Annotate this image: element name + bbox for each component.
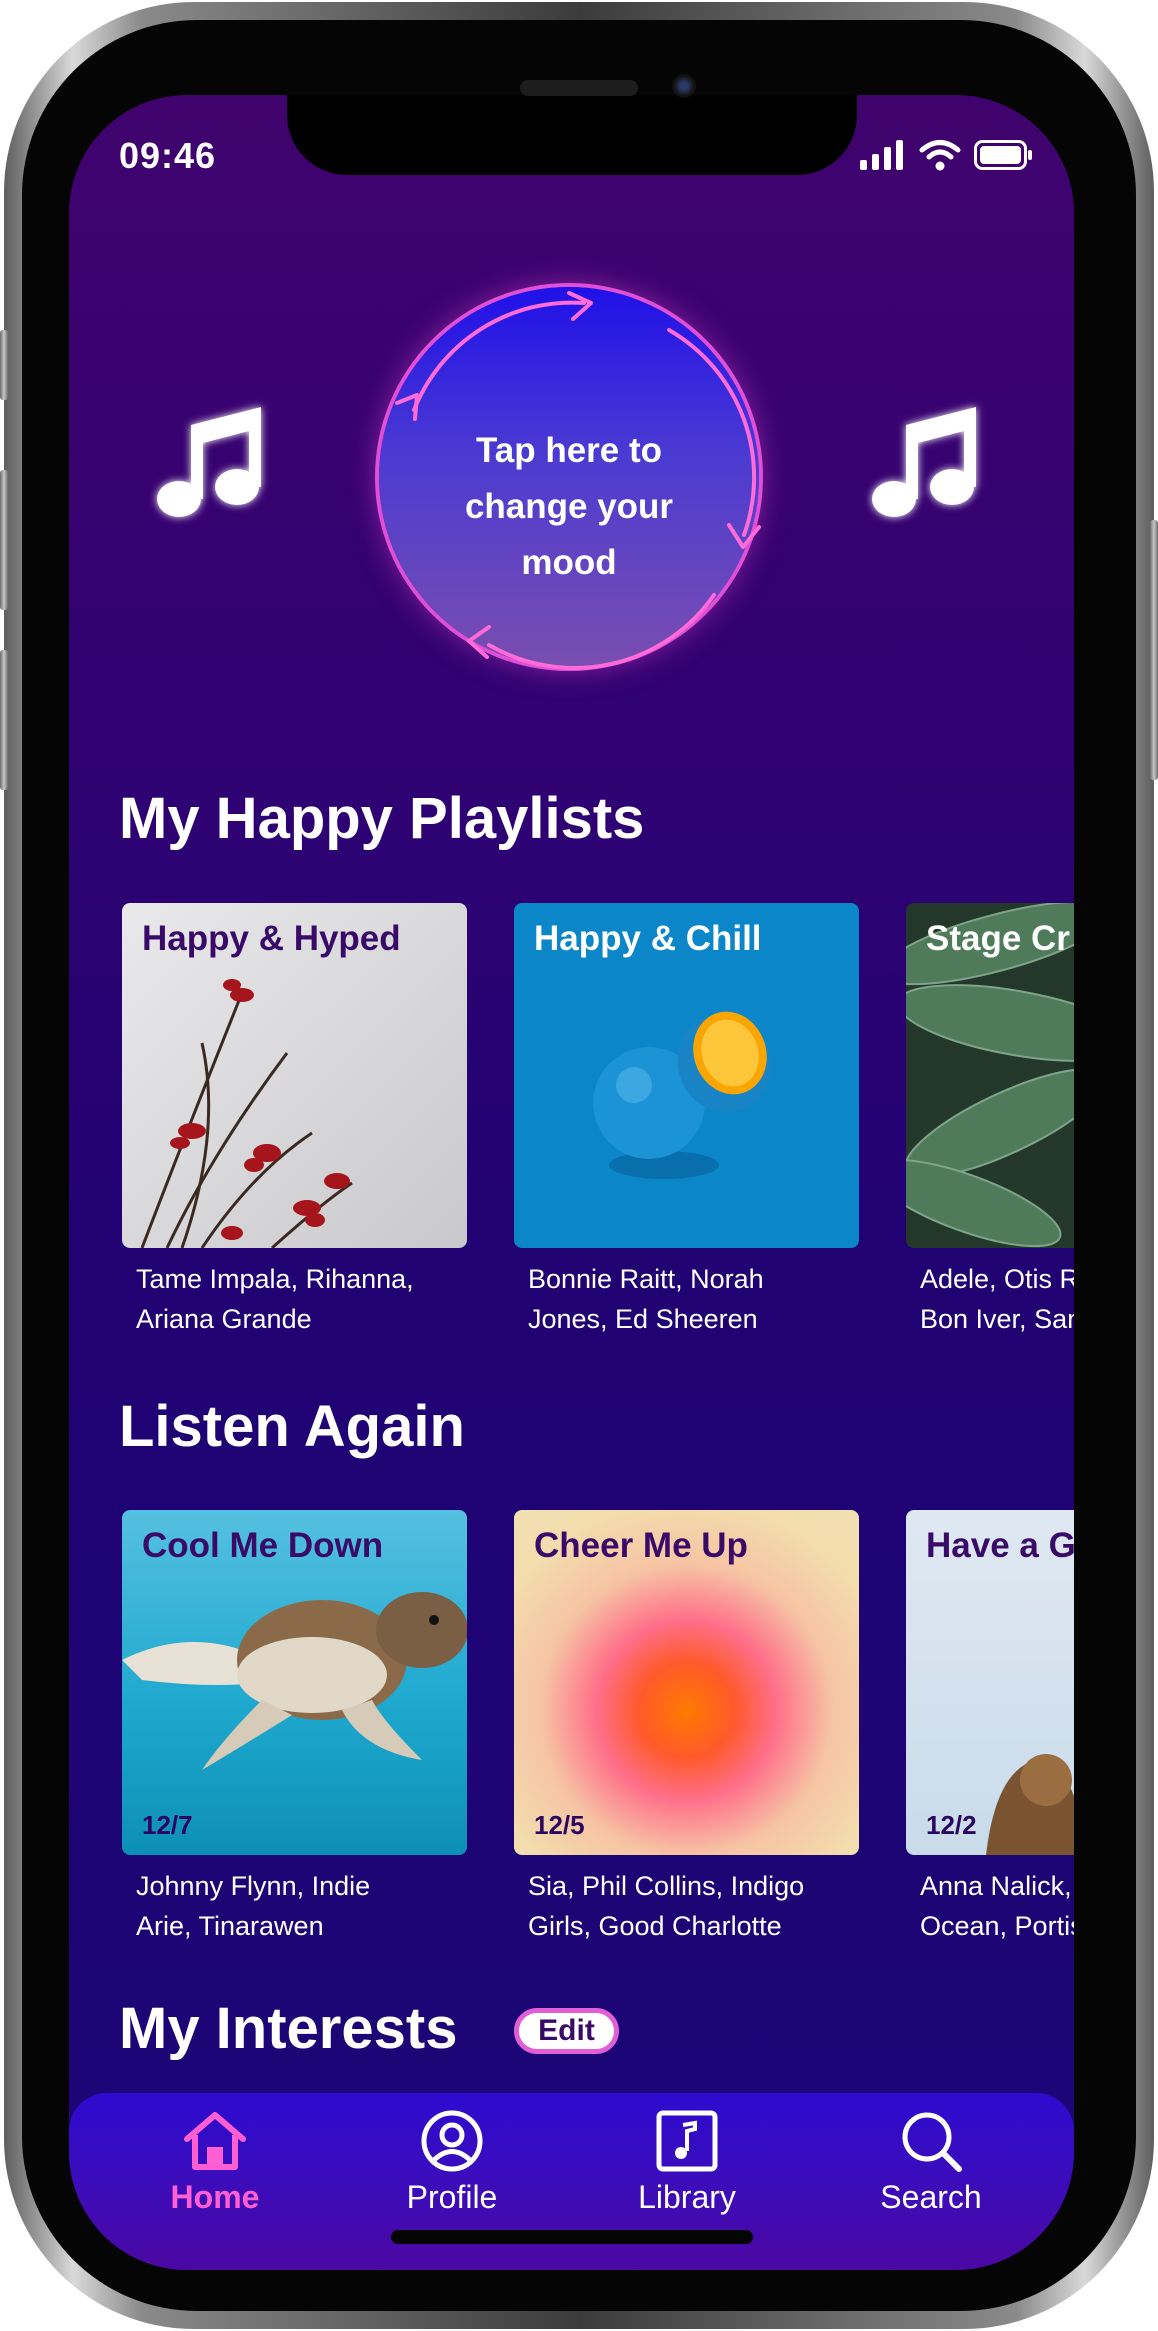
listen-again-title: Cheer Me Up — [534, 1526, 748, 1565]
listen-again-date: 12/2 — [926, 1810, 977, 1840]
playlist-artists-line-1: Adele, Otis R — [920, 1264, 1074, 1294]
playlist-artists: Adele, Otis R Bon Iver, San — [920, 1259, 1074, 1339]
nav-home-label: Home — [170, 2179, 260, 2215]
listen-again-title: Cool Me Down — [142, 1526, 384, 1565]
playlist-cover-image: Happy & Chill — [514, 903, 859, 1248]
library-icon — [656, 2110, 718, 2172]
listen-again-artists-line-1: Sia, Phil Collins, Indigo — [528, 1871, 805, 1901]
front-camera — [672, 74, 696, 98]
wifi-icon — [919, 140, 961, 171]
listen-again-date: 12/5 — [534, 1810, 585, 1840]
nav-library-label: Library — [638, 2179, 736, 2215]
listen-again-artists-line-2: Arie, Tinarawen — [136, 1911, 324, 1941]
home-indicator — [391, 2230, 753, 2244]
earpiece-speaker — [520, 80, 638, 96]
mood-prompt-text: Tap here to change your mood — [464, 431, 674, 582]
playlist-artists-line-1: Bonnie Raitt, Norah — [528, 1264, 764, 1294]
nav-library[interactable]: Library — [597, 2105, 777, 2225]
music-note-icon-left — [157, 407, 261, 517]
status-time: 09:46 — [119, 135, 217, 176]
playlist-cover-image: Stage Cr — [906, 903, 1074, 1248]
music-note-icon-right — [872, 407, 976, 517]
listen-again-cover-image: Cheer Me Up 12/5 — [514, 1510, 859, 1855]
playlist-title: Happy & Hyped — [142, 919, 401, 958]
status-icons — [860, 139, 1034, 171]
listen-again-row: Cool Me Down 12/7 Johnny Flynn, Indie Ar… — [122, 1510, 1074, 1950]
listen-again-artists-line-2: Ocean, Portis — [920, 1911, 1074, 1941]
playlist-artists-line-2: Jones, Ed Sheeren — [528, 1304, 758, 1334]
home-icon — [184, 2112, 246, 2170]
notch — [287, 95, 857, 175]
listen-again-artists-line-2: Girls, Good Charlotte — [528, 1911, 782, 1941]
nav-home[interactable]: Home — [125, 2105, 305, 2225]
profile-icon — [421, 2110, 483, 2172]
playlist-artists: Tame Impala, Rihanna, Ariana Grande — [136, 1259, 476, 1339]
edit-interests-button[interactable]: Edit — [514, 2008, 619, 2054]
playlist-artists-line-2: Bon Iver, San — [920, 1304, 1074, 1334]
nav-profile[interactable]: Profile — [362, 2105, 542, 2225]
listen-again-artists: Sia, Phil Collins, Indigo Girls, Good Ch… — [528, 1866, 868, 1946]
battery-icon — [974, 140, 1032, 170]
listen-again-card[interactable]: Cheer Me Up 12/5 Sia, Phil Collins, Indi… — [514, 1510, 859, 1950]
playlist-card[interactable]: Stage Cr Adele, Otis R Bon Iver, San — [906, 903, 1074, 1343]
volume-down-button — [0, 650, 8, 790]
volume-up-button — [0, 470, 8, 610]
playlists-row: Happy & Hyped Tame Impala, Rihanna, Aria… — [122, 903, 1074, 1343]
cellular-signal-icon — [860, 140, 903, 170]
playlist-card[interactable]: Happy & Chill Bonnie Raitt, Norah Jones,… — [514, 903, 859, 1343]
listen-again-cover-image: Have a G 12/2 — [906, 1510, 1074, 1855]
mute-switch — [0, 330, 8, 400]
playlist-title: Happy & Chill — [534, 919, 762, 958]
playlist-artists-line-2: Ariana Grande — [136, 1304, 312, 1334]
playlist-cover-image: Happy & Hyped — [122, 903, 467, 1248]
change-mood-button[interactable]: Tap here to change your mood — [369, 275, 769, 675]
listen-again-cover-image: Cool Me Down 12/7 — [122, 1510, 467, 1855]
listen-again-artists: Johnny Flynn, Indie Arie, Tinarawen — [136, 1866, 476, 1946]
listen-again-date: 12/7 — [142, 1810, 193, 1840]
section-title-listen-again: Listen Again — [119, 1394, 465, 1459]
listen-again-card[interactable]: Cool Me Down 12/7 Johnny Flynn, Indie Ar… — [122, 1510, 467, 1950]
section-title-playlists: My Happy Playlists — [119, 786, 645, 851]
listen-again-title: Have a G — [926, 1526, 1074, 1565]
listen-again-artists-line-1: Anna Nalick, — [920, 1871, 1072, 1901]
app-screen: 09:46 Tap here to change your mood My Ha… — [69, 95, 1074, 2270]
playlist-title: Stage Cr — [926, 919, 1070, 958]
nav-search-label: Search — [880, 2179, 982, 2215]
listen-again-artists-line-1: Johnny Flynn, Indie — [136, 1871, 371, 1901]
playlist-artists: Bonnie Raitt, Norah Jones, Ed Sheeren — [528, 1259, 868, 1339]
listen-again-artists: Anna Nalick, Ocean, Portis — [920, 1866, 1074, 1946]
playlist-artists-line-1: Tame Impala, Rihanna, — [136, 1264, 414, 1294]
section-title-interests: My Interests — [119, 1996, 458, 2061]
power-button — [1150, 520, 1158, 780]
playlist-card[interactable]: Happy & Hyped Tame Impala, Rihanna, Aria… — [122, 903, 467, 1343]
nav-search[interactable]: Search — [841, 2105, 1021, 2225]
search-icon — [902, 2112, 962, 2172]
nav-profile-label: Profile — [406, 2179, 498, 2215]
listen-again-card[interactable]: Have a G 12/2 Anna Nalick, Ocean, Portis — [906, 1510, 1074, 1950]
